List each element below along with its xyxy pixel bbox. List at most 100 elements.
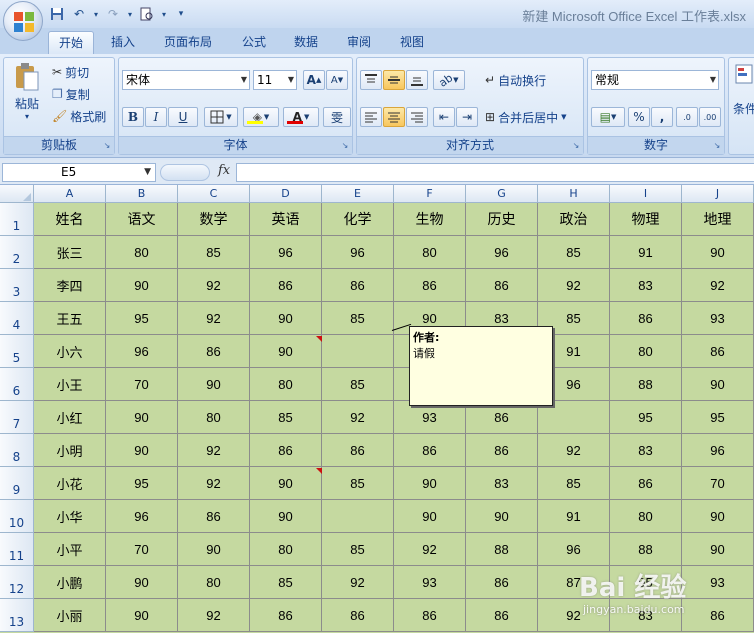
- tab-insert[interactable]: 插入: [101, 31, 145, 54]
- cell-b5[interactable]: 96: [106, 335, 178, 368]
- cell-a5[interactable]: 小六: [34, 335, 106, 368]
- cell-g8[interactable]: 86: [466, 434, 538, 467]
- cell-b10[interactable]: 96: [106, 500, 178, 533]
- cell-a13[interactable]: 小丽: [34, 599, 106, 632]
- formula-bar-resize-handle[interactable]: [160, 164, 210, 181]
- column-header-a[interactable]: A: [34, 185, 106, 203]
- cell-d10[interactable]: 90: [250, 500, 322, 533]
- font-name-select[interactable]: 宋体 ▼: [122, 70, 250, 90]
- cell-e1[interactable]: 化学: [322, 203, 394, 236]
- cell-f1[interactable]: 生物: [394, 203, 466, 236]
- tab-view[interactable]: 视图: [390, 31, 434, 54]
- percent-button[interactable]: %: [628, 107, 650, 127]
- orientation-button[interactable]: ab ▼: [433, 70, 465, 90]
- chevron-down-icon[interactable]: ▼: [561, 113, 566, 121]
- cell-b3[interactable]: 90: [106, 269, 178, 302]
- row-header-13[interactable]: 13: [0, 599, 34, 632]
- tab-formulas[interactable]: 公式: [232, 31, 276, 54]
- cell-g2[interactable]: 96: [466, 236, 538, 269]
- tab-home[interactable]: 开始: [48, 31, 95, 54]
- cell-h8[interactable]: 92: [538, 434, 610, 467]
- cell-c6[interactable]: 90: [178, 368, 250, 401]
- cell-i6[interactable]: 88: [610, 368, 682, 401]
- font-color-button[interactable]: A ▼: [283, 107, 319, 127]
- cell-g13[interactable]: 86: [466, 599, 538, 632]
- underline-button[interactable]: U: [168, 107, 198, 127]
- shrink-font-button[interactable]: A ▼: [326, 70, 348, 90]
- borders-button[interactable]: ▼: [204, 107, 238, 127]
- cell-d8[interactable]: 86: [250, 434, 322, 467]
- cell-i1[interactable]: 物理: [610, 203, 682, 236]
- row-header-12[interactable]: 12: [0, 566, 34, 599]
- cell-e12[interactable]: 92: [322, 566, 394, 599]
- cell-b7[interactable]: 90: [106, 401, 178, 434]
- wrap-text-button[interactable]: ↵ 自动换行: [485, 70, 546, 90]
- accounting-format-button[interactable]: ▤ ▼: [591, 107, 625, 127]
- cell-i2[interactable]: 91: [610, 236, 682, 269]
- column-header-g[interactable]: G: [466, 185, 538, 203]
- cut-button[interactable]: ✂ 剪切: [52, 62, 89, 82]
- cell-a8[interactable]: 小明: [34, 434, 106, 467]
- cell-c7[interactable]: 80: [178, 401, 250, 434]
- cell-d3[interactable]: 86: [250, 269, 322, 302]
- format-painter-button[interactable]: 🖌 格式刷: [52, 106, 106, 126]
- increase-decimal-button[interactable]: .0: [676, 107, 698, 127]
- tab-review[interactable]: 审阅: [337, 31, 381, 54]
- formula-input[interactable]: [236, 163, 754, 182]
- row-header-10[interactable]: 10: [0, 500, 34, 533]
- cell-j8[interactable]: 96: [682, 434, 754, 467]
- cell-e13[interactable]: 86: [322, 599, 394, 632]
- cell-c2[interactable]: 85: [178, 236, 250, 269]
- grow-font-button[interactable]: A ▲: [303, 70, 325, 90]
- decrease-decimal-button[interactable]: .00: [699, 107, 721, 127]
- cell-j5[interactable]: 86: [682, 335, 754, 368]
- paste-button[interactable]: 粘贴 ▾: [12, 62, 42, 122]
- worksheet-grid[interactable]: ABCDEFGHIJ 1 2 3 4 5 6 7 8 9 10 11 12 13 姓名 语文 数学 英语 化学生…: [0, 185, 754, 633]
- undo-icon[interactable]: ↶: [70, 6, 88, 22]
- cell-b9[interactable]: 95: [106, 467, 178, 500]
- cell-c11[interactable]: 90: [178, 533, 250, 566]
- cell-i11[interactable]: 88: [610, 533, 682, 566]
- cell-c3[interactable]: 92: [178, 269, 250, 302]
- cell-a11[interactable]: 小平: [34, 533, 106, 566]
- cell-b6[interactable]: 70: [106, 368, 178, 401]
- column-header-j[interactable]: J: [682, 185, 754, 203]
- row-header-9[interactable]: 9: [0, 467, 34, 500]
- cell-d2[interactable]: 96: [250, 236, 322, 269]
- column-header-i[interactable]: I: [610, 185, 682, 203]
- cell-c4[interactable]: 92: [178, 302, 250, 335]
- cell-d13[interactable]: 86: [250, 599, 322, 632]
- cell-d12[interactable]: 85: [250, 566, 322, 599]
- row-header-11[interactable]: 11: [0, 533, 34, 566]
- cell-i7[interactable]: 95: [610, 401, 682, 434]
- row-header-6[interactable]: 6: [0, 368, 34, 401]
- customize-qat-icon[interactable]: ▾: [172, 6, 190, 22]
- cell-a10[interactable]: 小华: [34, 500, 106, 533]
- tab-page-layout[interactable]: 页面布局: [154, 31, 222, 54]
- cell-f10[interactable]: 90: [394, 500, 466, 533]
- cell-b8[interactable]: 90: [106, 434, 178, 467]
- paste-dropdown-icon[interactable]: ▾: [12, 112, 42, 121]
- increase-indent-button[interactable]: ⇥: [456, 107, 478, 127]
- chevron-down-icon[interactable]: ▼: [144, 164, 151, 181]
- merge-center-button[interactable]: ⊞ 合并后居中 ▼: [485, 107, 566, 127]
- cell-j7[interactable]: 95: [682, 401, 754, 434]
- row-header-4[interactable]: 4: [0, 302, 34, 335]
- row-header-1[interactable]: 1: [0, 203, 34, 236]
- cell-e8[interactable]: 86: [322, 434, 394, 467]
- cell-d4[interactable]: 90: [250, 302, 322, 335]
- cell-f11[interactable]: 92: [394, 533, 466, 566]
- font-size-select[interactable]: 11 ▼: [253, 70, 297, 90]
- cell-f9[interactable]: 90: [394, 467, 466, 500]
- cell-d9[interactable]: 90: [250, 467, 322, 500]
- cell-comment-popup[interactable]: 作者: 请假: [409, 326, 553, 406]
- column-header-b[interactable]: B: [106, 185, 178, 203]
- row-header-7[interactable]: 7: [0, 401, 34, 434]
- cell-e4[interactable]: 85: [322, 302, 394, 335]
- cell-i3[interactable]: 83: [610, 269, 682, 302]
- align-right-button[interactable]: [406, 107, 428, 127]
- column-header-f[interactable]: F: [394, 185, 466, 203]
- cell-j4[interactable]: 93: [682, 302, 754, 335]
- cell-a2[interactable]: 张三: [34, 236, 106, 269]
- cell-e3[interactable]: 86: [322, 269, 394, 302]
